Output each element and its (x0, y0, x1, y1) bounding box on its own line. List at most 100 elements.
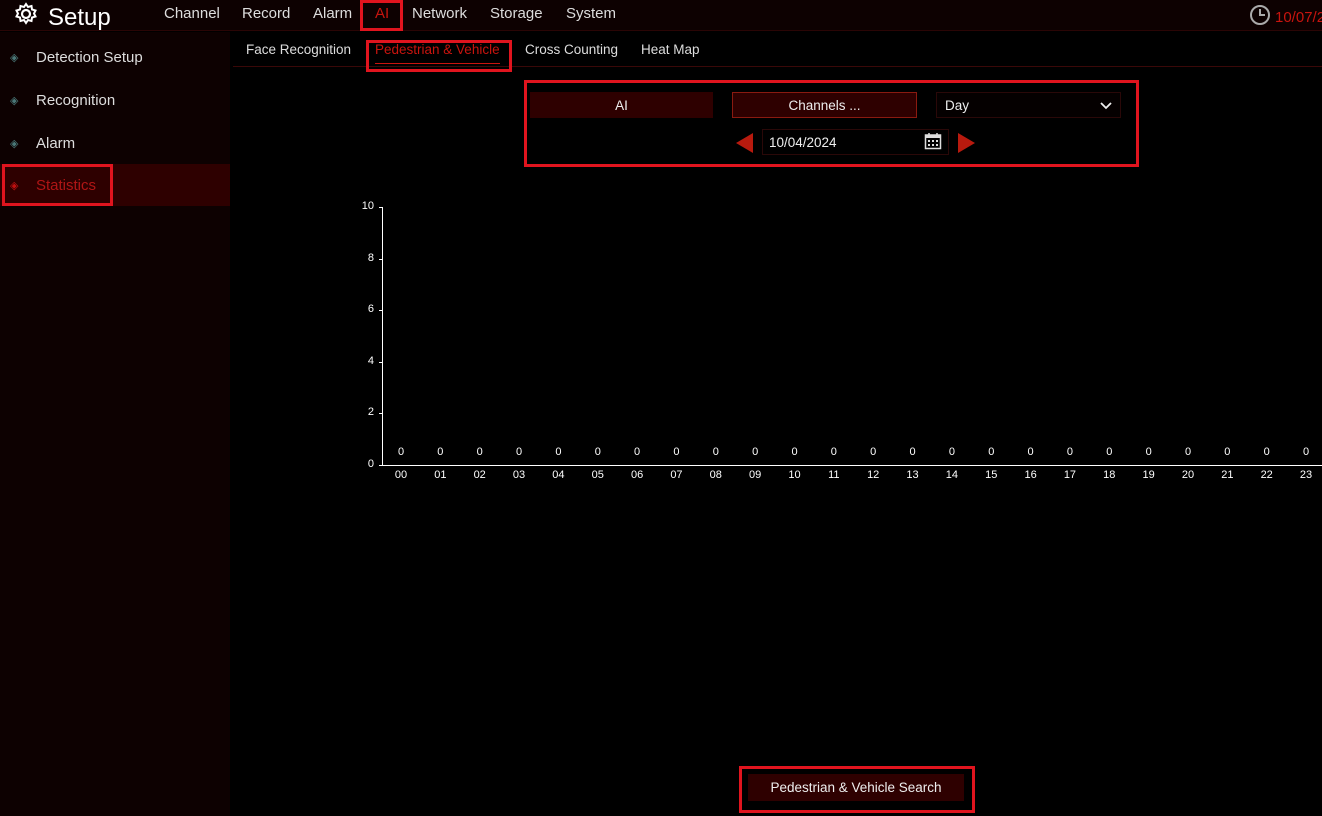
next-date-button[interactable] (958, 133, 976, 158)
highlight-box (360, 0, 403, 31)
x-tick-label: 04 (552, 469, 565, 481)
data-label: 0 (752, 446, 759, 458)
sidebar-item-label: Recognition (36, 91, 116, 109)
x-tick-label: 19 (1142, 469, 1155, 481)
x-tick-label: 05 (591, 469, 604, 481)
date-input[interactable]: 10/04/2024 (762, 129, 949, 155)
sidebar-item-label: Detection Setup (36, 48, 143, 66)
diamond-icon: ◈ (10, 94, 19, 107)
y-tick (379, 310, 383, 312)
data-label: 0 (1027, 446, 1034, 458)
nav-alarm[interactable]: Alarm (313, 5, 352, 22)
x-tick-label: 03 (512, 469, 526, 481)
x-tick-label: 21 (1221, 469, 1234, 481)
data-label: 0 (1066, 446, 1073, 458)
y-tick (379, 413, 383, 415)
x-tick-label: 22 (1260, 469, 1273, 481)
calendar-icon[interactable] (924, 132, 942, 153)
x-tick-label: 15 (985, 469, 998, 481)
diamond-icon: ◈ (10, 137, 19, 150)
highlight-box (2, 164, 113, 206)
x-tick-label: 18 (1103, 469, 1116, 481)
ai-type-button[interactable]: AI (530, 92, 713, 118)
data-label: 0 (594, 446, 601, 458)
sidebar-item-alarm[interactable]: ◈ Alarm (0, 122, 230, 164)
y-tick (379, 258, 383, 260)
tab-cross-counting[interactable]: Cross Counting (525, 42, 618, 57)
data-label: 0 (1302, 446, 1310, 458)
x-tick-label: 17 (1063, 469, 1077, 481)
data-label: 0 (988, 446, 995, 458)
data-label: 0 (830, 446, 837, 458)
app-logo: Setup (14, 2, 111, 33)
date-value: 10/04/2024 (769, 134, 837, 150)
sidebar: ◈ Detection Setup ◈ Recognition ◈ Alarm ◈ St… (0, 32, 230, 816)
y-tick-label: 10 (361, 200, 374, 212)
x-tick-label: 08 (709, 469, 722, 481)
x-tick-label: 01 (434, 469, 447, 481)
data-label: 0 (712, 446, 719, 458)
data-label: 0 (870, 446, 877, 458)
data-label: 0 (634, 446, 641, 458)
x-tick-label: 23 (1299, 469, 1313, 481)
x-tick-label: 10 (788, 469, 801, 481)
y-tick-label: 8 (367, 251, 374, 264)
y-tick-label: 0 (367, 458, 374, 470)
x-tick-label: 14 (945, 469, 959, 481)
sidebar-item-label: Alarm (36, 134, 76, 152)
tab-heat-map[interactable]: Heat Map (641, 42, 700, 57)
data-label: 0 (1184, 446, 1192, 458)
y-axis (382, 207, 383, 466)
x-tick-label: 16 (1024, 469, 1037, 481)
x-axis (382, 465, 1322, 466)
x-tick-label: 06 (630, 469, 644, 481)
x-tick-label: 09 (749, 469, 762, 481)
nav-system[interactable]: System (566, 5, 616, 22)
x-tick-label: 00 (394, 469, 408, 481)
channels-button[interactable]: Channels ... (732, 92, 917, 118)
data-label: 0 (476, 446, 483, 458)
period-select[interactable]: Day (936, 92, 1121, 118)
data-label: 0 (397, 446, 405, 458)
gear-icon (14, 2, 38, 33)
x-tick-label: 12 (867, 469, 880, 481)
top-bar: Setup Channel Record Alarm AI Network St… (0, 0, 1322, 31)
nav-storage[interactable]: Storage (490, 5, 543, 22)
nav-network[interactable]: Network (412, 5, 467, 22)
data-label: 0 (948, 446, 955, 458)
y-tick-label: 4 (367, 354, 374, 367)
sidebar-item-recognition[interactable]: ◈ Recognition (0, 79, 230, 121)
tab-face-recognition[interactable]: Face Recognition (246, 42, 351, 57)
data-label: 0 (515, 446, 523, 458)
data-label: 0 (1263, 446, 1270, 458)
x-tick-label: 07 (670, 469, 683, 481)
chevron-down-icon (1100, 98, 1112, 113)
datetime: 10/07/2 (1249, 4, 1322, 30)
pedestrian-vehicle-search-button[interactable]: Pedestrian & Vehicle Search (748, 774, 964, 801)
data-label: 0 (673, 446, 680, 458)
highlight-box (366, 40, 512, 72)
sidebar-item-detection-setup[interactable]: ◈ Detection Setup (0, 36, 230, 78)
x-tick-label: 13 (906, 469, 919, 481)
prev-date-button[interactable] (736, 133, 754, 158)
data-label: 0 (1224, 446, 1231, 458)
data-label: 0 (909, 446, 916, 458)
page-title: Setup (48, 3, 111, 31)
x-tick-label: 20 (1181, 469, 1195, 481)
data-label: 0 (1106, 446, 1113, 458)
data-label: 0 (791, 446, 798, 458)
x-tick-label: 11 (828, 469, 840, 481)
clock-icon (1249, 4, 1271, 30)
period-value: Day (945, 97, 970, 113)
data-label: 0 (1145, 446, 1152, 458)
y-tick (379, 361, 383, 363)
diamond-icon: ◈ (10, 51, 19, 64)
y-tick (379, 207, 383, 208)
y-tick (379, 465, 383, 466)
nav-channel[interactable]: Channel (164, 5, 220, 22)
x-tick-label: 02 (473, 469, 486, 481)
y-tick-label: 6 (367, 303, 374, 316)
nav-record[interactable]: Record (242, 5, 290, 22)
y-tick-label: 2 (367, 406, 374, 419)
data-label: 0 (555, 446, 562, 458)
